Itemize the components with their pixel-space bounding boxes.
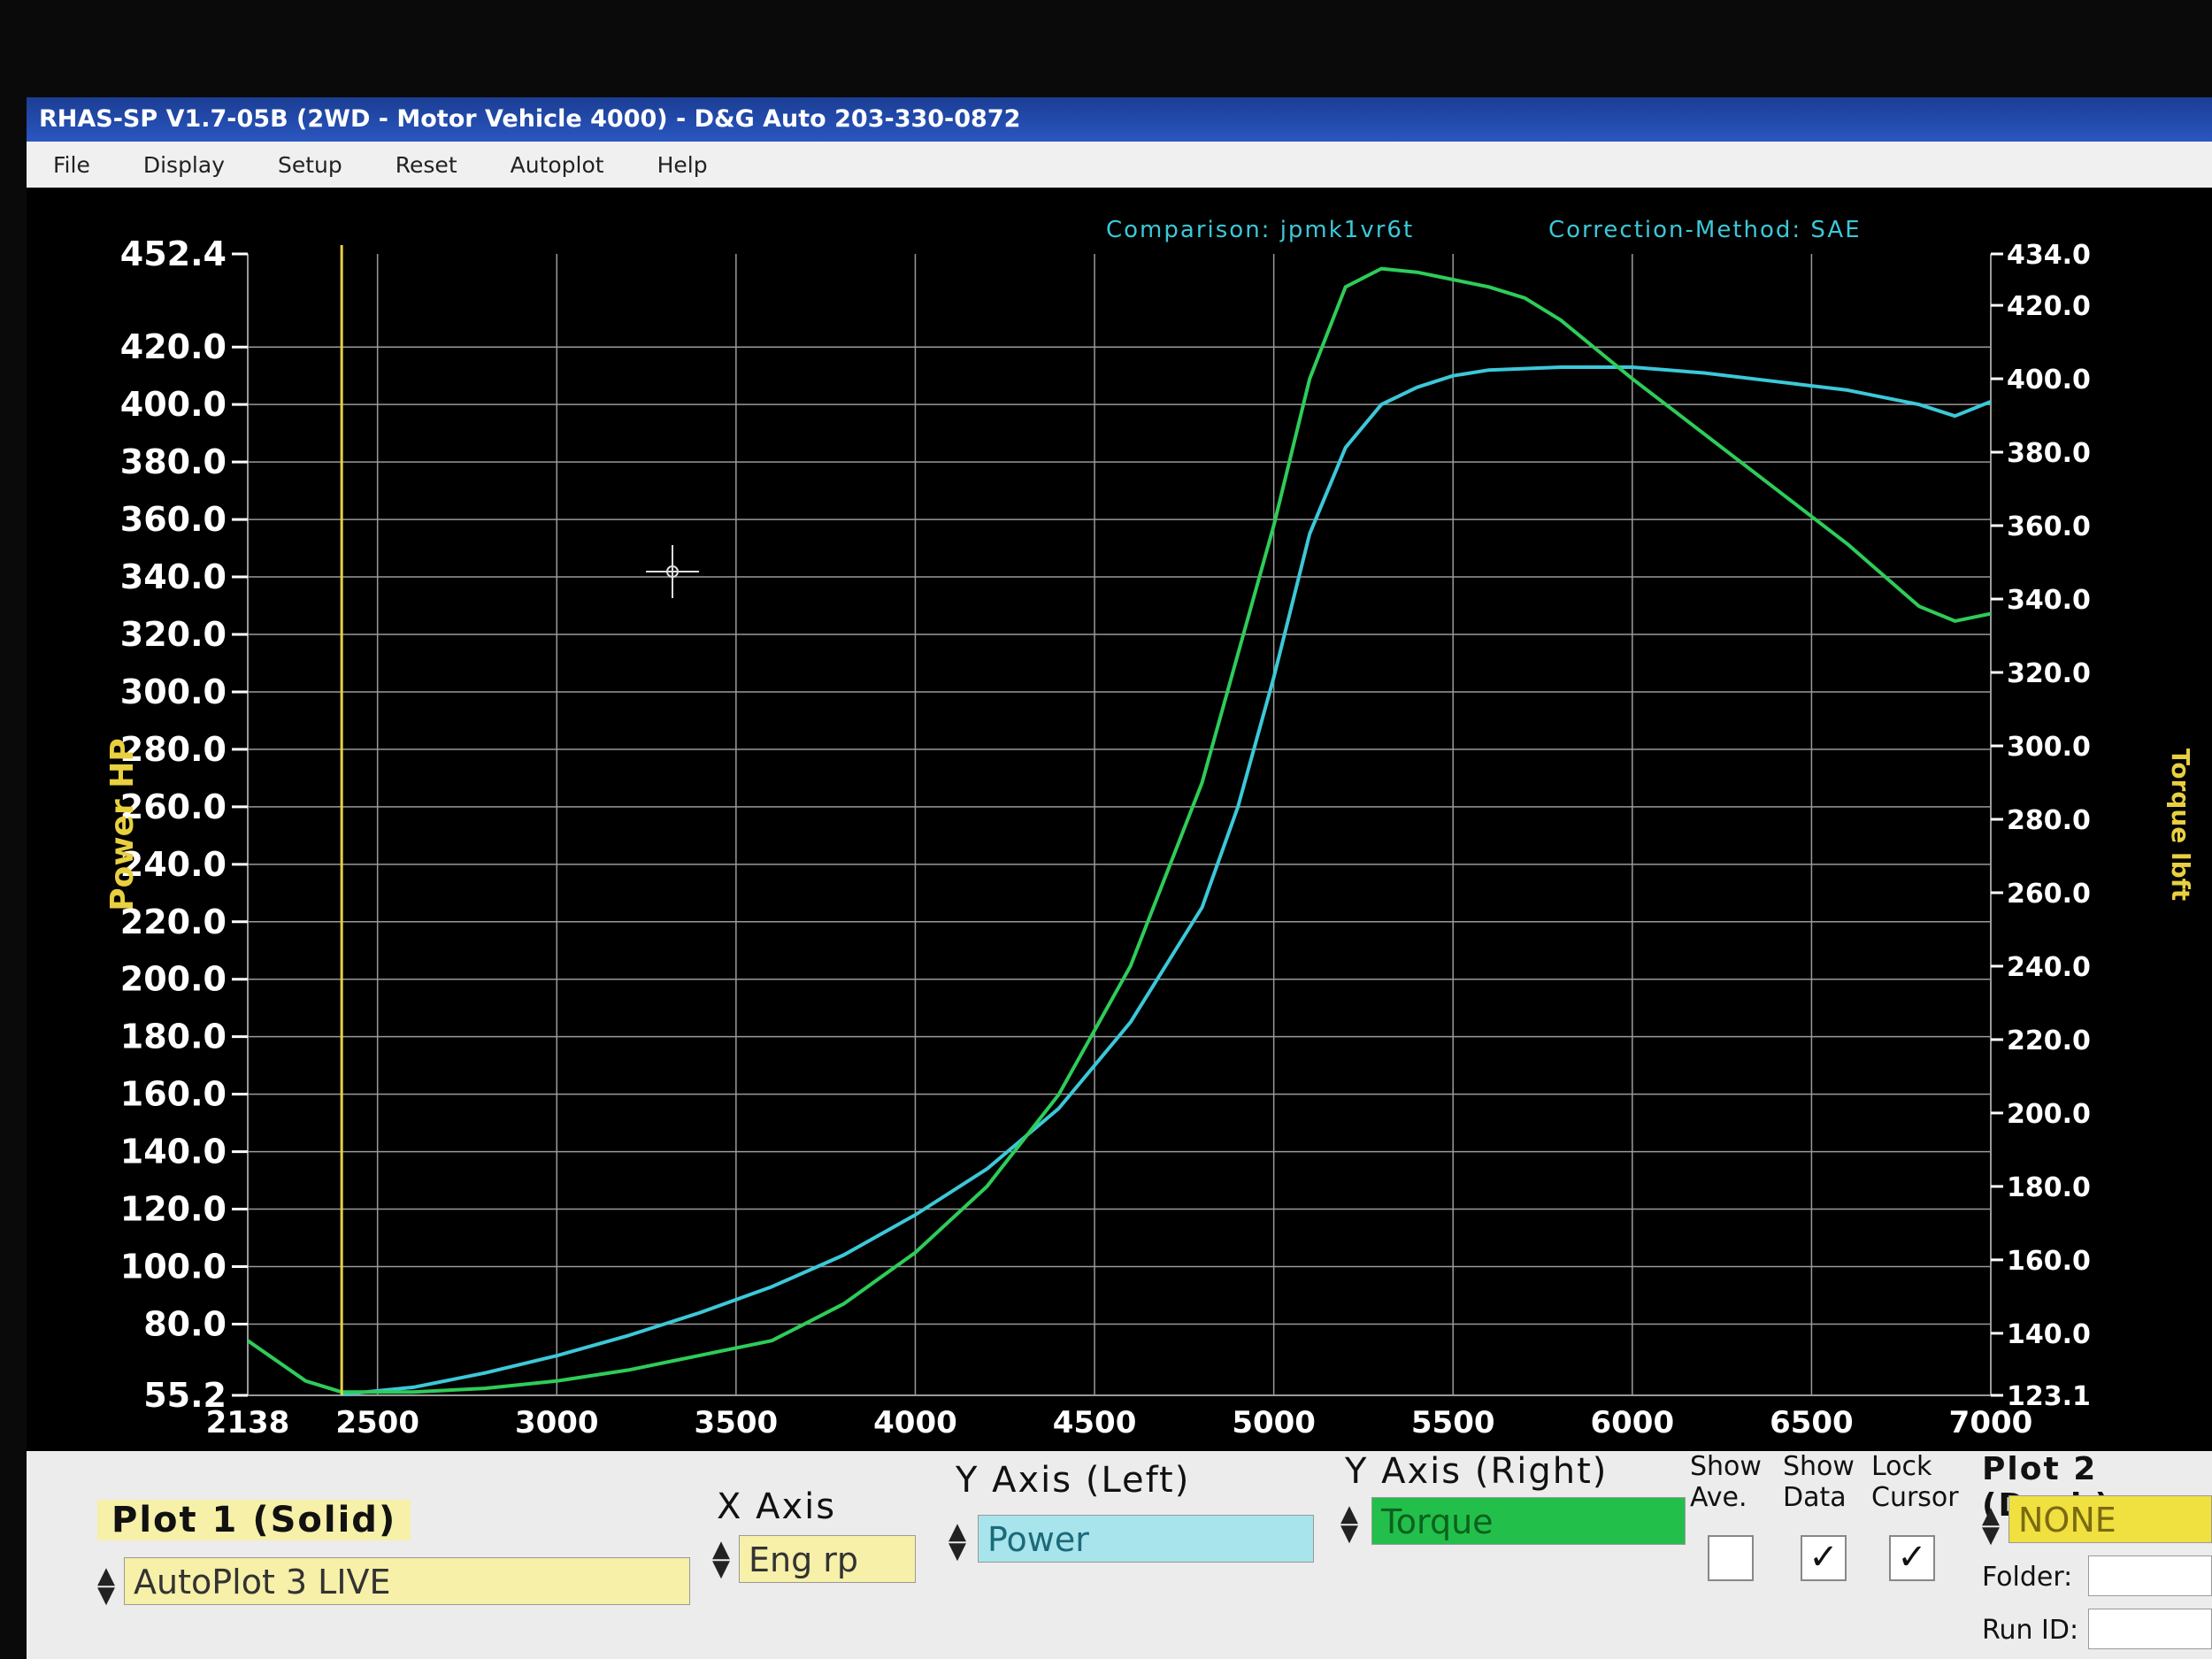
- y-right-tick-label: 420.0: [2007, 291, 2091, 322]
- y-right-label: Y Axis (Right): [1345, 1451, 1609, 1492]
- y-right-tick-label: 434.0: [2007, 240, 2091, 271]
- menu-display[interactable]: Display: [117, 152, 251, 178]
- y-left-label: Y Axis (Left): [956, 1460, 1191, 1501]
- y-left-tick-label: 380.0: [120, 442, 227, 481]
- y-right-tick-label: 200.0: [2007, 1099, 2091, 1130]
- x-tick-label: 5500: [1411, 1405, 1495, 1440]
- show-data-label: Show Data: [1783, 1451, 1855, 1513]
- lock-cursor-label: Lock Cursor: [1871, 1451, 1959, 1513]
- chart-svg[interactable]: Comparison: jpmk1vr6t Correction-Method:…: [44, 214, 2195, 1444]
- right-axis-label: Torque lbft: [2166, 749, 2194, 901]
- menu-file[interactable]: File: [27, 152, 117, 178]
- y-left-tick-label: 180.0: [120, 1018, 227, 1056]
- x-axis-select[interactable]: Eng rp: [739, 1535, 916, 1583]
- y-left-tick-label: 452.4: [120, 234, 227, 273]
- y-right-tick-label: 380.0: [2007, 438, 2091, 469]
- y-right-select[interactable]: Torque: [1371, 1497, 1686, 1545]
- y-left-spinner-icon[interactable]: ▲ ▼: [949, 1520, 966, 1563]
- menu-autoplot[interactable]: Autoplot: [484, 152, 631, 178]
- y-left-tick-label: 300.0: [120, 672, 227, 711]
- y-right-tick-label: 280.0: [2007, 805, 2091, 836]
- menu-bar: File Display Setup Reset Autoplot Help: [27, 142, 2212, 188]
- plot2-select[interactable]: NONE: [2008, 1495, 2212, 1543]
- menu-setup[interactable]: Setup: [251, 152, 369, 178]
- y-left-tick-label: 360.0: [120, 500, 227, 539]
- y-left-tick-label: 160.0: [120, 1075, 227, 1114]
- y-right-tick-label: 300.0: [2007, 732, 2091, 763]
- control-panel: Plot 1 (Solid) ▲ ▼ AutoPlot 3 LIVE X Axis…: [27, 1451, 2212, 1659]
- show-ave-label: Show Ave.: [1690, 1451, 1762, 1513]
- x-tick-label: 2500: [335, 1405, 419, 1440]
- y-left-tick-label: 320.0: [120, 615, 227, 654]
- folder-field[interactable]: [2088, 1555, 2212, 1596]
- x-tick-label: 4000: [873, 1405, 957, 1440]
- x-tick-label: 4500: [1053, 1405, 1137, 1440]
- y-right-tick-label: 180.0: [2007, 1172, 2091, 1203]
- y-right-tick-label: 220.0: [2007, 1025, 2091, 1056]
- menu-reset[interactable]: Reset: [369, 152, 484, 178]
- y-right-tick-label: 123.1: [2007, 1381, 2091, 1412]
- y-left-tick-label: 100.0: [120, 1248, 227, 1286]
- y-left-tick-label: 120.0: [120, 1190, 227, 1229]
- dyno-chart[interactable]: Comparison: jpmk1vr6t Correction-Method:…: [44, 214, 2195, 1444]
- run-id-field[interactable]: [2088, 1609, 2212, 1649]
- y-left-tick-label: 420.0: [120, 327, 227, 366]
- folder-label: Folder:: [1982, 1562, 2073, 1593]
- left-axis-label: Power HP: [104, 738, 141, 911]
- y-right-tick-label: 140.0: [2007, 1319, 2091, 1350]
- y-right-spinner-icon[interactable]: ▲ ▼: [1340, 1502, 1358, 1545]
- comparison-label: Comparison: jpmk1vr6t: [1106, 217, 1414, 243]
- application-window: RHAS-SP V1.7-05B (2WD - Motor Vehicle 40…: [27, 97, 2212, 1659]
- y-right-tick-label: 360.0: [2007, 511, 2091, 542]
- x-tick-label: 3000: [515, 1405, 599, 1440]
- y-left-tick-label: 400.0: [120, 385, 227, 424]
- y-left-tick-label: 80.0: [143, 1304, 227, 1343]
- plot2-spinner-icon[interactable]: ▲ ▼: [1982, 1504, 2000, 1547]
- plot1-spinner-icon[interactable]: ▲ ▼: [97, 1564, 115, 1607]
- plot1-label: Plot 1 (Solid): [97, 1500, 411, 1540]
- correction-method-label: Correction-Method: SAE: [1548, 217, 1862, 243]
- y-left-tick-label: 200.0: [120, 960, 227, 999]
- lock-cursor-checkbox[interactable]: ✓: [1889, 1535, 1935, 1581]
- title-bar: RHAS-SP V1.7-05B (2WD - Motor Vehicle 40…: [27, 97, 2212, 142]
- x-axis-label: X Axis: [717, 1486, 837, 1527]
- menu-help[interactable]: Help: [631, 152, 734, 178]
- run-id-label: Run ID:: [1982, 1615, 2079, 1646]
- y-right-tick-label: 160.0: [2007, 1246, 2091, 1277]
- y-right-tick-label: 320.0: [2007, 658, 2091, 689]
- plot1-select[interactable]: AutoPlot 3 LIVE: [124, 1557, 690, 1605]
- plot-background: [44, 214, 2194, 1444]
- y-left-tick-label: 340.0: [120, 557, 227, 596]
- y-left-tick-label: 55.2: [143, 1376, 227, 1415]
- show-data-checkbox[interactable]: ✓: [1801, 1535, 1847, 1581]
- x-tick-label: 5000: [1232, 1405, 1316, 1440]
- y-right-tick-label: 240.0: [2007, 952, 2091, 983]
- show-ave-checkbox[interactable]: [1708, 1535, 1754, 1581]
- y-right-tick-label: 340.0: [2007, 585, 2091, 616]
- y-left-select[interactable]: Power: [978, 1515, 1314, 1563]
- x-tick-label: 6500: [1770, 1405, 1854, 1440]
- x-tick-label: 6000: [1590, 1405, 1674, 1440]
- y-right-tick-label: 400.0: [2007, 365, 2091, 396]
- x-tick-label: 3500: [695, 1405, 779, 1440]
- y-left-tick-label: 140.0: [120, 1133, 227, 1171]
- x-axis-spinner-icon[interactable]: ▲ ▼: [712, 1538, 730, 1580]
- y-right-tick-label: 260.0: [2007, 879, 2091, 910]
